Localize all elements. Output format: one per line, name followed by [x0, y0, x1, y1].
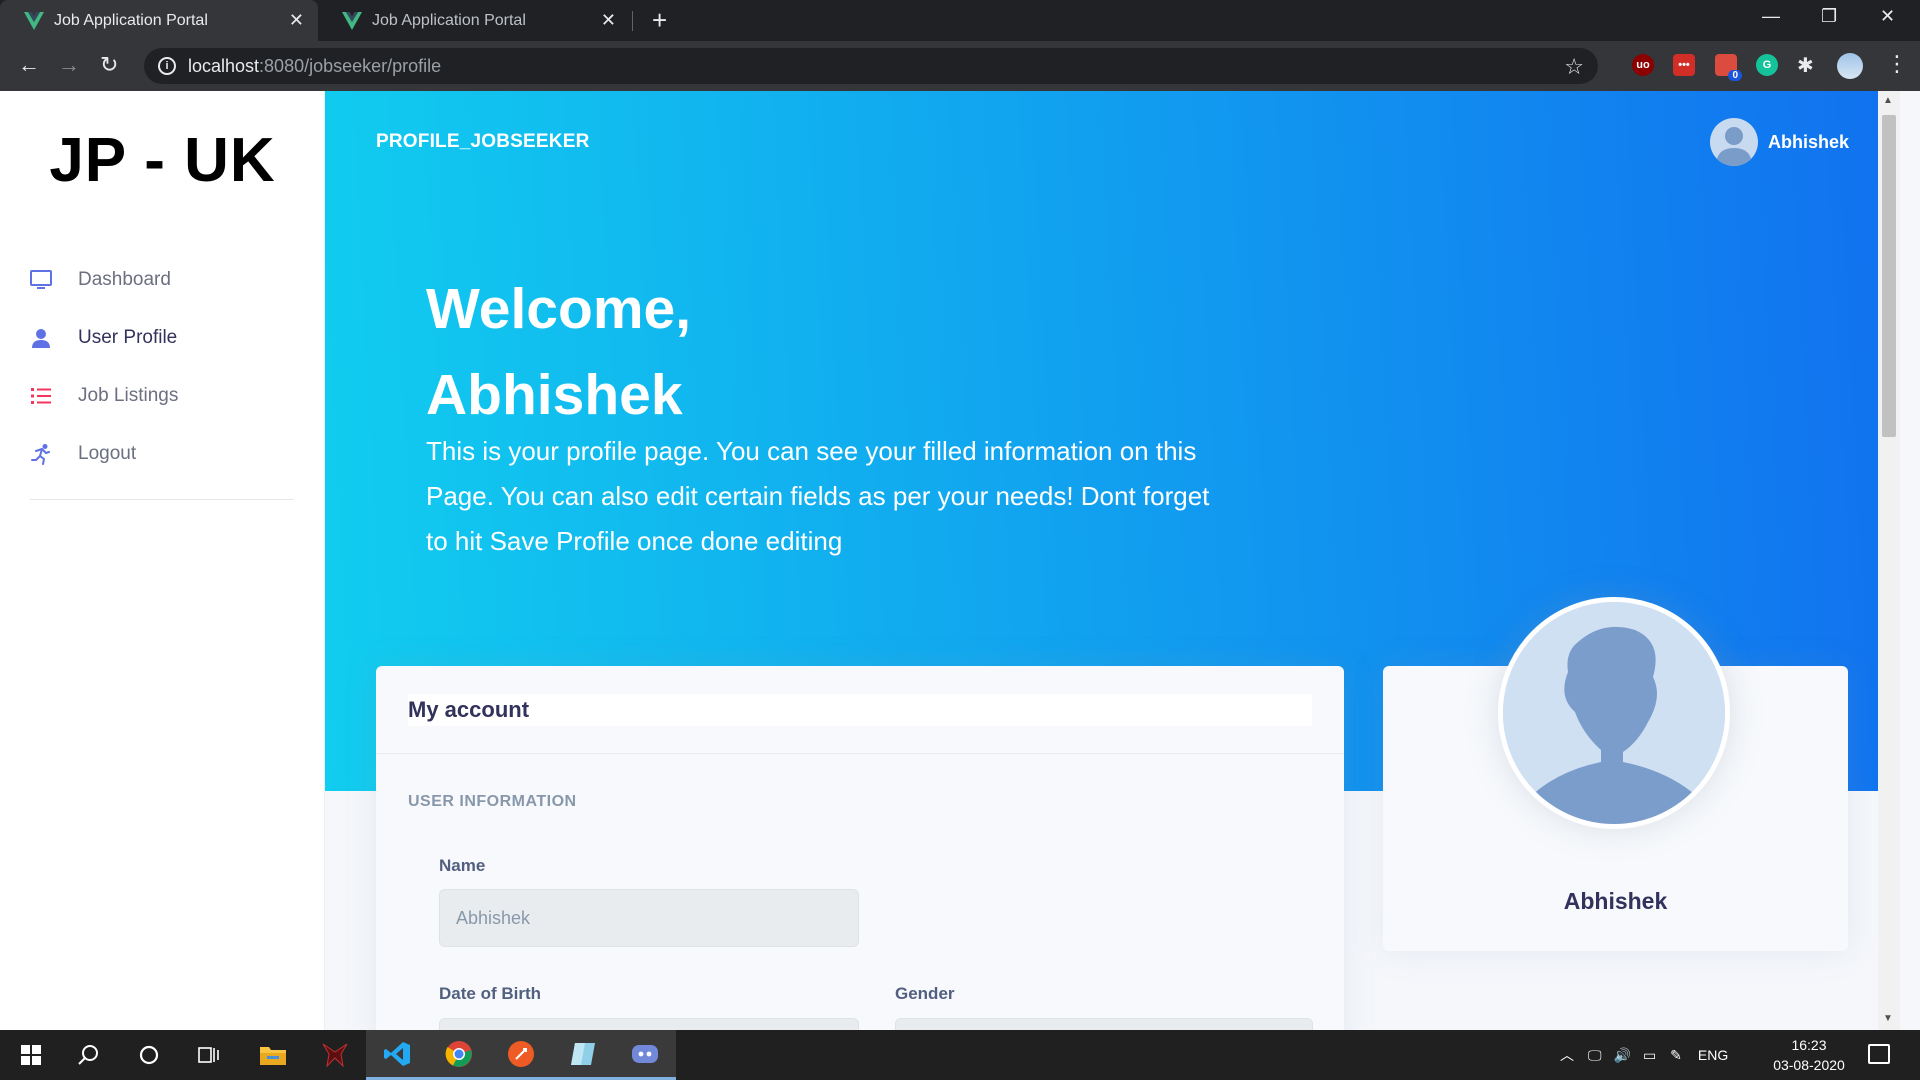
chevron-up-icon[interactable]: ︿: [1560, 1045, 1574, 1065]
close-tab-icon[interactable]: ✕: [601, 10, 616, 31]
sidebar-item-dashboard[interactable]: Dashboard: [0, 251, 325, 309]
user-icon: [30, 327, 52, 349]
close-tab-icon[interactable]: ✕: [289, 10, 304, 31]
clock[interactable]: 16:23 03-08-2020: [1765, 1035, 1853, 1075]
tab-separator: [632, 11, 633, 31]
windows-start-icon[interactable]: [0, 1030, 62, 1080]
info-icon[interactable]: i: [158, 57, 176, 75]
list-icon: [30, 385, 52, 407]
tab-title: Job Application Portal: [372, 11, 526, 29]
dob-field[interactable]: [439, 1018, 859, 1030]
account-card: My account USER INFORMATION Name Abhishe…: [376, 666, 1344, 1030]
welcome-line: Welcome,: [426, 277, 692, 341]
card-title: My account: [408, 694, 1312, 726]
sidebar-nav: Dashboard User Profile Job Listings Logo…: [0, 251, 325, 483]
reload-icon[interactable]: ↻: [100, 53, 118, 77]
back-icon[interactable]: ←: [18, 53, 40, 77]
minimize-icon[interactable]: —: [1762, 6, 1780, 27]
sidebar-item-label: User Profile: [78, 327, 178, 348]
sidebar-item-label: Job Listings: [78, 385, 179, 406]
clock-time: 16:23: [1791, 1037, 1827, 1053]
discord-icon[interactable]: [614, 1030, 676, 1080]
sidebar-item-user-profile[interactable]: User Profile: [0, 309, 325, 367]
dob-label: Date of Birth: [439, 984, 541, 1003]
menu-kebab-icon[interactable]: ⋮: [1886, 52, 1908, 76]
profile-name: Abhishek: [1563, 888, 1668, 914]
cortana-icon[interactable]: [118, 1030, 180, 1080]
address-bar[interactable]: i localhost:8080/jobseeker/profile ☆: [144, 48, 1598, 84]
volume-icon[interactable]: 🔊: [1614, 1047, 1631, 1064]
user-menu[interactable]: Abhishek: [1710, 118, 1849, 166]
url-host: localhost: [188, 55, 260, 76]
restore-icon[interactable]: ❐: [1821, 6, 1837, 27]
vue-logo-icon: [342, 11, 362, 30]
name-label: Name: [439, 856, 486, 875]
sidebar-item-job-listings[interactable]: Job Listings: [0, 367, 325, 425]
predator-icon[interactable]: [304, 1030, 366, 1080]
scroll-down-icon[interactable]: ▼: [1883, 1013, 1893, 1024]
close-window-icon[interactable]: ✕: [1880, 6, 1895, 27]
lastpass-icon[interactable]: •••: [1673, 54, 1695, 76]
ublock-icon[interactable]: uo: [1632, 54, 1654, 76]
sidebar: JP - UK Dashboard User Profile Job Listi…: [0, 91, 325, 1030]
extensions-puzzle-icon[interactable]: ✱: [1797, 54, 1814, 78]
new-tab-icon[interactable]: +: [652, 6, 667, 34]
avatar: [1710, 118, 1758, 166]
avatar[interactable]: [1498, 597, 1730, 829]
user-name: Abhishek: [1768, 131, 1850, 152]
page-title[interactable]: PROFILE_JOBSEEKER: [376, 131, 590, 153]
page-viewport: JP - UK Dashboard User Profile Job Listi…: [0, 91, 1920, 1030]
todoist-icon[interactable]: 0: [1715, 54, 1742, 81]
search-icon[interactable]: [58, 1030, 120, 1080]
sidebar-item-label: Logout: [78, 443, 137, 464]
profile-avatar-icon[interactable]: [1837, 53, 1863, 79]
notification-icon[interactable]: [1868, 1044, 1890, 1064]
browser-tab[interactable]: Job Application Portal ✕: [318, 0, 630, 41]
badge-count: 0: [1728, 70, 1742, 81]
sidebar-item-logout[interactable]: Logout: [0, 425, 325, 483]
monitor-icon: [30, 269, 52, 291]
gender-label: Gender: [895, 984, 955, 1003]
vue-logo-icon: [24, 11, 44, 30]
windows-taskbar: ︿ 🖵 🔊 ▭ ✎ ENG 16:23 03-08-2020: [0, 1030, 1920, 1080]
page-scrollbar[interactable]: ▲ ▼: [1878, 91, 1900, 1030]
gender-field[interactable]: [895, 1018, 1313, 1030]
sidebar-item-label: Dashboard: [78, 269, 171, 290]
welcome-heading: Welcome, Abhishek: [426, 266, 691, 438]
browser-tab-bar: Job Application Portal ✕ Job Application…: [0, 0, 1920, 41]
tab-title: Job Application Portal: [54, 11, 208, 29]
bookmark-star-icon[interactable]: ☆: [1564, 54, 1584, 80]
section-heading: USER INFORMATION: [408, 793, 577, 810]
sidebar-divider: [30, 499, 294, 500]
card-header: My account: [376, 666, 1344, 754]
file-explorer-icon[interactable]: [242, 1030, 304, 1080]
grammarly-icon[interactable]: G: [1756, 54, 1778, 76]
clock-date: 03-08-2020: [1773, 1057, 1845, 1073]
browser-toolbar: ← → ↻ i localhost:8080/jobseeker/profile…: [0, 41, 1920, 91]
url-path: :8080/jobseeker/profile: [259, 55, 442, 76]
forward-icon[interactable]: →: [58, 53, 80, 77]
browser-tab-active[interactable]: Job Application Portal ✕: [0, 0, 318, 41]
main-content: PROFILE_JOBSEEKER Abhishek Welcome, Abhi…: [325, 91, 1900, 1030]
language-indicator[interactable]: ENG: [1698, 1047, 1728, 1063]
app-icon[interactable]: [552, 1030, 614, 1080]
battery-icon[interactable]: ▭: [1643, 1047, 1656, 1064]
chrome-icon[interactable]: [428, 1030, 490, 1080]
welcome-name: Abhishek: [426, 363, 683, 427]
brand-logo[interactable]: JP - UK: [0, 125, 325, 196]
task-view-icon[interactable]: [178, 1030, 240, 1080]
pen-icon[interactable]: ✎: [1670, 1047, 1682, 1064]
name-field[interactable]: Abhishek: [439, 889, 859, 947]
postman-icon[interactable]: [490, 1030, 552, 1080]
scroll-up-icon[interactable]: ▲: [1883, 95, 1893, 106]
hero-description: This is your profile page. You can see y…: [426, 436, 1210, 556]
vscode-icon[interactable]: [366, 1030, 428, 1080]
system-tray: ︿ 🖵 🔊 ▭ ✎ ENG: [1560, 1030, 1728, 1080]
scrollbar-thumb[interactable]: [1882, 115, 1896, 437]
network-icon[interactable]: 🖵: [1588, 1047, 1602, 1064]
running-icon: [30, 443, 52, 465]
user-silhouette-icon: [1503, 602, 1725, 824]
